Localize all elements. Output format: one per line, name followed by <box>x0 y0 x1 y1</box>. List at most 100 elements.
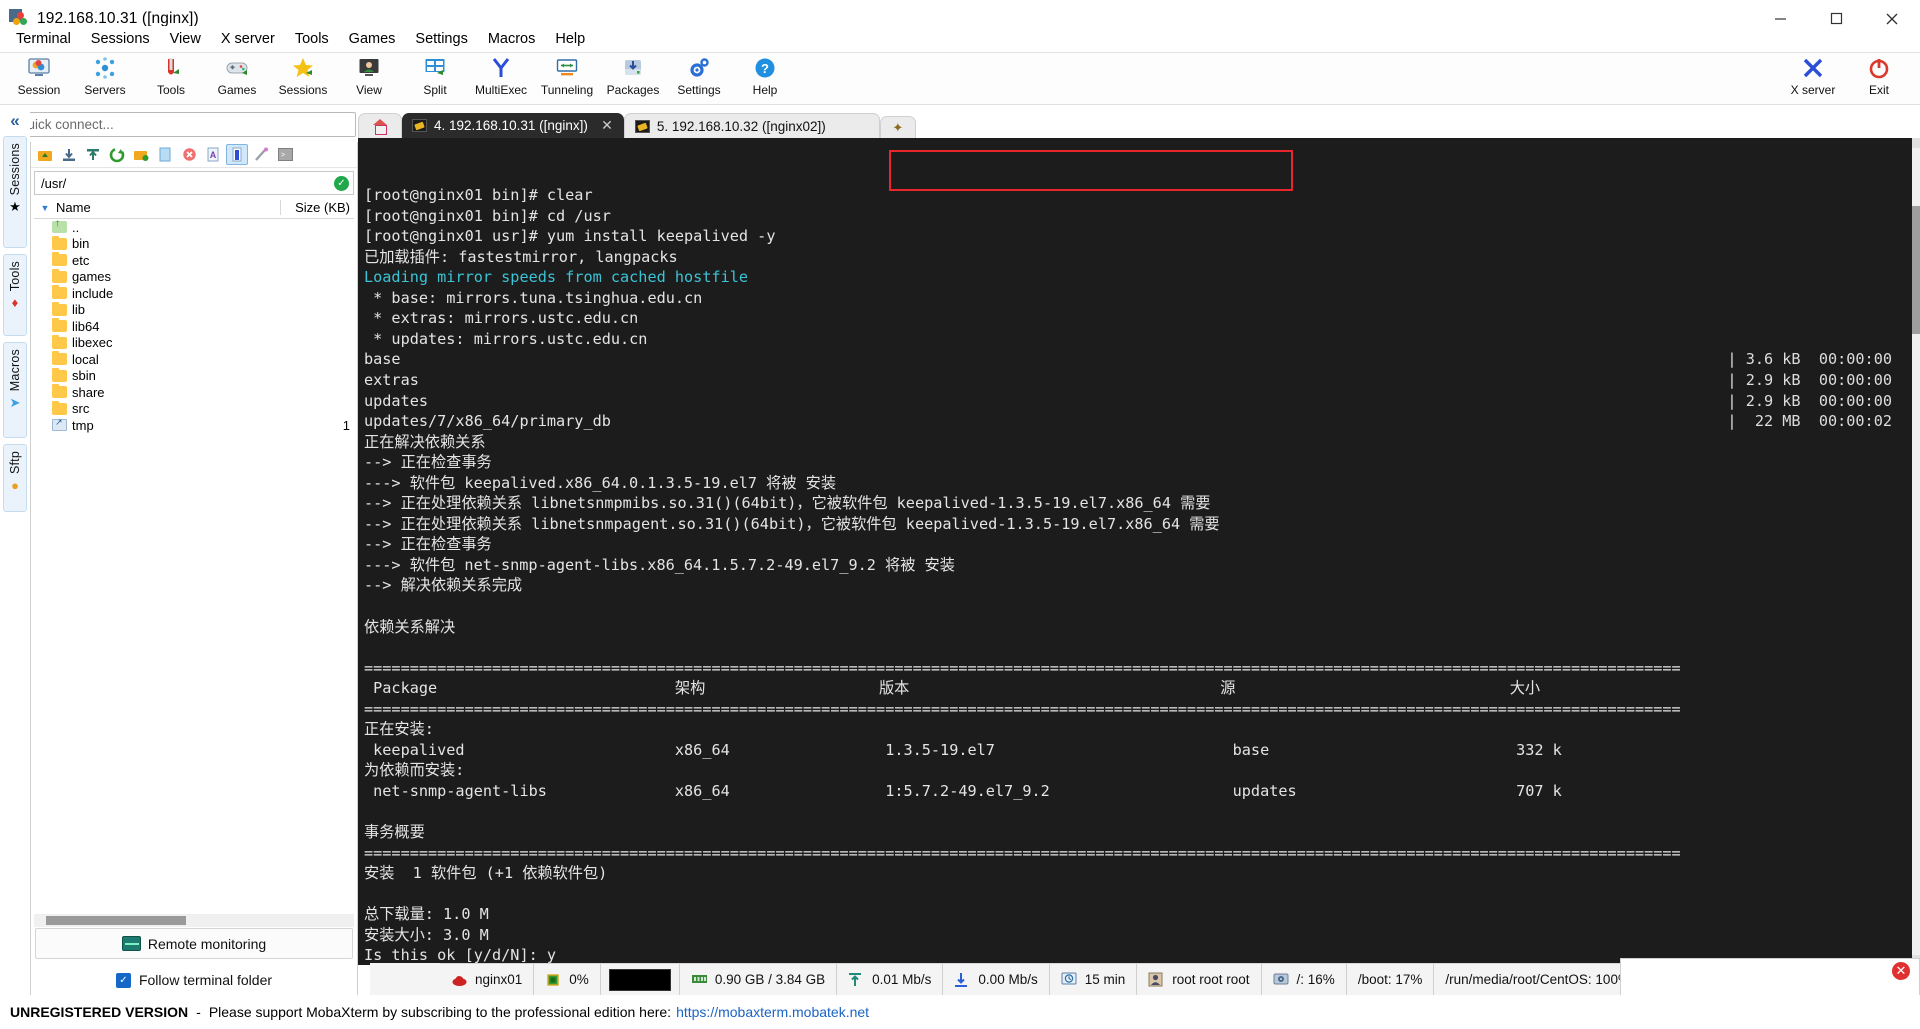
list-item[interactable]: bin <box>34 235 354 253</box>
list-item[interactable]: src <box>34 400 354 418</box>
menu-tools[interactable]: Tools <box>285 28 339 50</box>
sftp-path-value: /usr/ <box>41 175 67 191</box>
list-item[interactable]: tmp 1 <box>34 417 354 434</box>
toolbar-sessions[interactable]: Sessions <box>270 53 336 105</box>
upload-arrow-icon <box>848 972 865 988</box>
toolbar-games[interactable]: Games <box>204 53 270 105</box>
vtab-sessions[interactable]: Sessions ★ <box>3 136 27 248</box>
terminal-line: updates/7/x86_64/primary_db <box>364 412 611 431</box>
text-edit-icon[interactable]: A <box>202 144 224 165</box>
status-uptime[interactable]: 15 min <box>1050 963 1138 996</box>
menu-help[interactable]: Help <box>545 28 595 50</box>
vtab-macros[interactable]: Macros ➤ <box>3 342 27 438</box>
collapse-panel-icon[interactable]: « <box>0 106 30 136</box>
toolbar-exit[interactable]: Exit <box>1846 53 1912 105</box>
terminal-output[interactable]: [root@nginx01 bin]# clear [root@nginx01 b… <box>358 138 1912 965</box>
list-item[interactable]: games <box>34 268 354 286</box>
svg-text:?: ? <box>761 61 769 76</box>
upload-icon[interactable] <box>82 144 104 165</box>
sftp-horizontal-scrollbar[interactable] <box>34 914 354 927</box>
terminal-line: * extras: mirrors.ustc.edu.cn <box>364 309 639 328</box>
list-item[interactable]: .. <box>34 219 354 236</box>
list-item[interactable]: etc <box>34 252 354 269</box>
vtab-sftp[interactable]: Sftp ● <box>3 444 27 512</box>
show-hidden-icon[interactable] <box>226 144 248 165</box>
scroll-up-arrow[interactable] <box>1912 138 1920 148</box>
status-upload[interactable]: 0.01 Mb/s <box>837 963 944 996</box>
list-item[interactable]: lib <box>34 301 354 319</box>
status-disk-media[interactable]: /run/media/root/CentOS: 100% <box>1434 963 1642 996</box>
scrollbar-thumb[interactable] <box>46 916 186 925</box>
status-disk-boot[interactable]: /boot: 17% <box>1347 963 1435 996</box>
menu-x-server[interactable]: X server <box>211 28 285 50</box>
tab-home[interactable] <box>358 113 402 138</box>
scrollbar-thumb[interactable] <box>1912 206 1920 334</box>
status-disk-media-label: /run/media/root/CentOS: 100% <box>1445 972 1630 987</box>
vtab-tools[interactable]: Tools ♦ <box>3 254 27 336</box>
menu-games[interactable]: Games <box>339 28 406 50</box>
terminal-line: Loading mirror speeds from cached hostfi… <box>364 268 749 287</box>
menu-macros[interactable]: Macros <box>478 28 546 50</box>
new-file-icon[interactable] <box>154 144 176 165</box>
status-cpu[interactable]: 0% <box>534 963 601 996</box>
tab-session-1[interactable]: 4. 192.168.10.31 ([nginx]) ✕ <box>402 113 624 138</box>
status-disk-root[interactable]: /: 16% <box>1262 963 1347 996</box>
new-tab-button[interactable]: ✦ <box>879 116 916 138</box>
toolbar-settings[interactable]: Settings <box>666 53 732 105</box>
list-item[interactable]: lib64 <box>34 318 354 335</box>
refresh-icon[interactable] <box>106 144 128 165</box>
tab-session-2[interactable]: 5. 192.168.10.32 ([nginx02]) <box>623 113 880 138</box>
terminal-icon[interactable]: > <box>274 144 296 165</box>
list-item[interactable]: local <box>34 351 354 368</box>
x-server-icon <box>1801 55 1825 81</box>
list-item[interactable]: include <box>34 285 354 302</box>
footer-dash: - <box>196 1004 201 1020</box>
list-item[interactable]: sbin <box>34 367 354 385</box>
watermark-close-icon[interactable]: ✕ <box>1890 960 1912 982</box>
toolbar-x-server[interactable]: X server <box>1780 53 1846 105</box>
menu-sessions[interactable]: Sessions <box>81 28 160 50</box>
toolbar-split[interactable]: Split <box>402 53 468 105</box>
status-host[interactable]: nginx01 <box>440 963 535 996</box>
magic-wand-icon[interactable] <box>250 144 272 165</box>
footer-message: Please support MobaXterm by subscribing … <box>208 1004 672 1020</box>
footer-link[interactable]: https://mobaxterm.mobatek.net <box>676 1004 869 1020</box>
tab-close-icon[interactable]: ✕ <box>601 117 613 134</box>
status-download[interactable]: 0.00 Mb/s <box>943 963 1050 996</box>
sftp-file-list[interactable]: .. bin etc games include lib lib64 libex… <box>34 219 354 914</box>
status-memory[interactable]: 0.90 GB / 3.84 GB <box>678 963 838 996</box>
symlink-icon <box>52 417 67 432</box>
sftp-column-headers: ▼ Name Size (KB) <box>34 197 354 219</box>
toolbar-help[interactable]: ? Help <box>732 53 798 105</box>
delete-icon[interactable] <box>178 144 200 165</box>
toolbar-packages[interactable]: Packages <box>600 53 666 105</box>
download-icon[interactable] <box>58 144 80 165</box>
menu-settings[interactable]: Settings <box>405 28 477 50</box>
list-item[interactable]: share <box>34 384 354 401</box>
quick-connect-input[interactable]: Quick connect... <box>8 112 356 137</box>
go-up-icon[interactable] <box>34 144 56 165</box>
sftp-path-field[interactable]: /usr/ ✓ <box>34 171 354 195</box>
follow-terminal-folder-row[interactable]: ✓ Follow terminal folder <box>31 965 357 995</box>
menu-view[interactable]: View <box>160 28 211 50</box>
terminal-scrollbar[interactable] <box>1912 138 1920 965</box>
terminal-progress-column: | 3.6 kB 00:00:00 <box>1727 350 1892 369</box>
list-item[interactable]: libexec <box>34 334 354 352</box>
status-user[interactable]: root root root <box>1137 963 1262 996</box>
toolbar-tunneling[interactable]: Tunneling <box>534 53 600 105</box>
toolbar-multiexec-label: MultiExec <box>474 83 527 97</box>
new-folder-icon[interactable] <box>130 144 152 165</box>
sort-arrow-icon[interactable]: ▼ <box>34 203 56 213</box>
column-header-name[interactable]: Name <box>56 200 280 215</box>
remote-monitoring-button[interactable]: Remote monitoring <box>35 928 353 959</box>
toolbar-servers[interactable]: Servers <box>72 53 138 105</box>
toolbar-multiexec[interactable]: MultiExec <box>468 53 534 105</box>
toolbar-view[interactable]: View <box>336 53 402 105</box>
menu-terminal[interactable]: Terminal <box>6 28 81 50</box>
toolbar-session[interactable]: Session <box>6 53 72 105</box>
follow-terminal-folder-checkbox[interactable]: ✓ <box>115 972 131 988</box>
status-upload-label: 0.01 Mb/s <box>872 972 932 987</box>
toolbar-tools[interactable]: Tools <box>138 53 204 105</box>
column-header-size[interactable]: Size (KB) <box>280 200 354 215</box>
